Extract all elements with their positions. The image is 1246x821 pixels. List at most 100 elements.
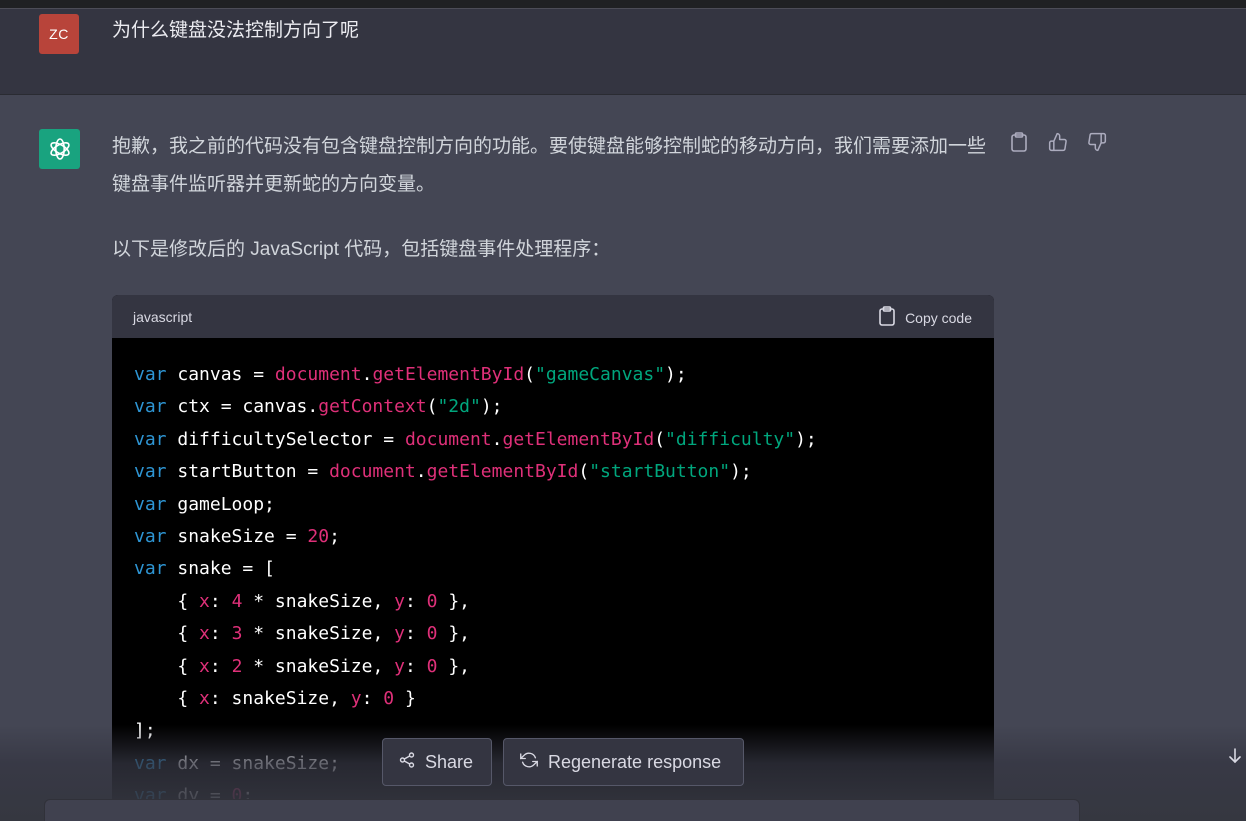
code-token: canvas = (166, 364, 275, 385)
code-line: var startButton = document.getElementByI… (134, 456, 994, 488)
code-token: ); (730, 461, 752, 483)
code-token: { (134, 655, 200, 677)
code-token: difficultySelector = (166, 428, 405, 450)
thumbs-up-icon[interactable] (1047, 131, 1069, 153)
code-token: x (199, 623, 210, 645)
code-token: gameLoop; (166, 493, 275, 515)
code-token: "startButton" (589, 461, 731, 483)
code-token: ); (795, 428, 817, 450)
code-token: 2 (231, 655, 243, 677)
code-token: snake = [ (166, 558, 275, 580)
code-token: 0 (426, 623, 438, 645)
code-token: * snakeSize, (242, 655, 395, 677)
code-token: . (491, 428, 503, 450)
copy-icon[interactable] (1008, 131, 1030, 153)
copy-code-button[interactable]: Copy code (879, 306, 972, 329)
code-token: x (199, 590, 210, 612)
scroll-down-button[interactable] (1224, 747, 1246, 769)
code-token: : (209, 623, 232, 645)
code-token: ( (524, 364, 535, 385)
share-label: Share (425, 751, 474, 772)
code-token: * snakeSize, (242, 623, 395, 645)
code-token: ( (578, 461, 590, 483)
code-token: var (134, 396, 167, 418)
code-token: { (134, 623, 200, 645)
code-token: startButton = (166, 461, 330, 483)
code-line: var difficultySelector = document.getEle… (134, 424, 994, 456)
code-token: "gameCanvas" (535, 364, 666, 385)
code-token: document (274, 364, 362, 385)
copy-code-label: Copy code (905, 309, 972, 326)
message-actions (1008, 131, 1108, 153)
code-language-label: javascript (133, 309, 193, 325)
code-token: }, (437, 623, 471, 645)
share-button[interactable]: Share (382, 738, 492, 786)
code-token: 0 (426, 590, 438, 612)
code-token: y (394, 655, 405, 677)
code-token: : snakeSize, (209, 688, 351, 710)
share-icon (399, 751, 415, 773)
user-message-row: ZC 为什么键盘没法控制方向了呢 (0, 9, 1246, 95)
code-token: 0 (426, 655, 438, 677)
code-token: : (404, 655, 427, 677)
code-block-header: javascript Copy code (112, 295, 994, 338)
code-token: . (415, 461, 427, 483)
code-line: { x: 2 * snakeSize, y: 0 }, (134, 651, 994, 683)
code-token: var (134, 752, 167, 774)
bottom-action-bar: Share Regenerate response (382, 738, 744, 786)
assistant-paragraph-1: 抱歉，我之前的代码没有包含键盘控制方向的功能。要使键盘能够控制蛇的移动方向，我们… (112, 136, 987, 195)
code-token: ctx = canvas. (166, 396, 319, 418)
code-token: getElementById (502, 428, 655, 450)
code-token: y (394, 590, 405, 612)
code-token: . (361, 364, 373, 385)
code-token: var (134, 461, 167, 483)
code-token: "2d" (437, 396, 481, 418)
code-token: document (329, 461, 416, 483)
assistant-message-row: 抱歉，我之前的代码没有包含键盘控制方向的功能。要使键盘能够控制蛇的移动方向，我们… (0, 95, 1246, 821)
code-token: : (404, 590, 427, 612)
code-token: : (209, 655, 232, 677)
code-token: y (394, 623, 405, 645)
code-line: { x: snakeSize, y: 0 } (134, 683, 994, 715)
code-token: ( (654, 428, 666, 450)
code-token: "difficulty" (665, 428, 796, 450)
code-line: { x: 3 * snakeSize, y: 0 }, (134, 618, 994, 650)
code-token: getContext (318, 396, 427, 418)
code-token: ); (480, 396, 503, 418)
message-input-box[interactable] (44, 799, 1080, 821)
code-token: { (134, 688, 200, 710)
arrow-down-icon (1228, 747, 1242, 769)
code-token: * snakeSize, (242, 590, 395, 612)
top-bar (0, 0, 1246, 9)
message-input[interactable] (45, 800, 1079, 821)
code-token: { (134, 590, 200, 612)
thumbs-down-icon[interactable] (1086, 131, 1108, 153)
code-token: x (199, 655, 210, 677)
clipboard-icon (879, 306, 895, 329)
regenerate-label: Regenerate response (548, 751, 722, 772)
code-line: var canvas = document.getElementById("ga… (134, 359, 994, 391)
code-token: dx = snakeSize; (166, 752, 340, 774)
regenerate-response-button[interactable]: Regenerate response (503, 738, 744, 786)
chat-page: ZC 为什么键盘没法控制方向了呢 抱歉，我之前的代码没有包含键盘控制方向的功能。… (0, 0, 1246, 821)
code-line: var snakeSize = 20; (134, 521, 994, 553)
regenerate-icon (520, 751, 538, 774)
openai-logo-icon (39, 129, 80, 169)
code-token: 4 (231, 590, 243, 612)
code-token: 3 (231, 623, 243, 645)
code-token: ; (329, 526, 340, 548)
code-line: { x: 4 * snakeSize, y: 0 }, (134, 586, 994, 618)
code-token: y (350, 688, 362, 710)
user-avatar: ZC (39, 14, 79, 54)
code-token: var (134, 526, 167, 548)
code-line: var gameLoop; (134, 489, 994, 521)
code-token: ); (665, 364, 687, 385)
code-token: ( (426, 396, 438, 418)
code-token: 0 (383, 688, 395, 710)
code-token: : (361, 688, 384, 710)
code-line: var snake = [ (134, 553, 994, 585)
code-token: 20 (307, 526, 330, 548)
code-token: getElementById (372, 364, 525, 385)
code-token: }, (437, 590, 471, 612)
assistant-paragraph-2: 以下是修改后的 JavaScript 代码，包括键盘事件处理程序： (112, 239, 611, 260)
